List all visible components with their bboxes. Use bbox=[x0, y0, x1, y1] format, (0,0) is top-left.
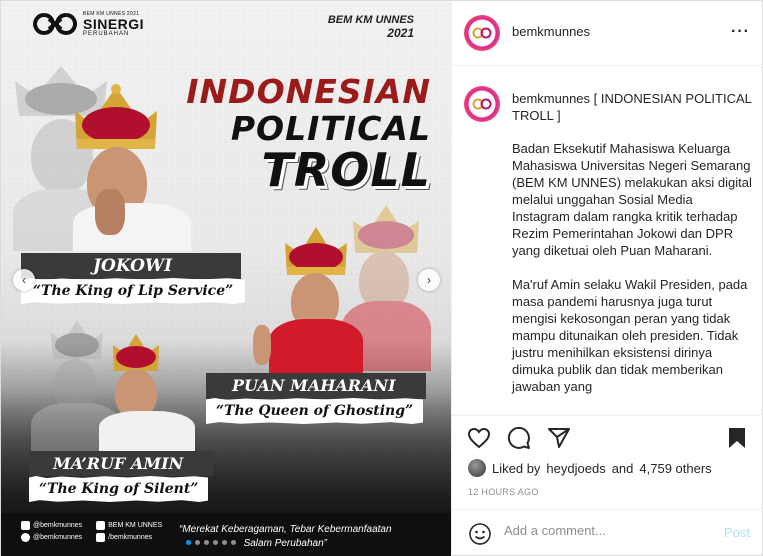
jokowi-portrait bbox=[67, 81, 197, 251]
org-name: BEM KM UNNES bbox=[327, 14, 414, 26]
figure-name-puan: PUAN MAHARANI bbox=[206, 373, 426, 399]
likes-summary: Liked by heydjoeds and 4,759 others bbox=[468, 459, 712, 477]
social-label: @bemkmunnes bbox=[33, 534, 83, 541]
bookmark-icon bbox=[729, 428, 745, 448]
maruf-portrait bbox=[97, 331, 197, 451]
org-tag: BEM KM UNNES 2021 bbox=[327, 14, 414, 40]
sinergi-logo: BEM KM UNNES 2021 SINERGI PERUBAHAN bbox=[31, 11, 144, 37]
post-timestamp[interactable]: 12 HOURS AGO bbox=[468, 487, 539, 497]
carousel-dot[interactable] bbox=[186, 540, 191, 545]
figure-quote-maruf: “The King of Silent” bbox=[29, 476, 209, 502]
org-year: 2021 bbox=[387, 25, 414, 40]
headline-line-3: TROLL bbox=[261, 143, 431, 197]
carousel-next-button[interactable]: › bbox=[418, 269, 440, 291]
chevron-left-icon: ‹ bbox=[22, 273, 26, 287]
figure-name-maruf: MA’RUF AMIN bbox=[29, 451, 213, 476]
divider bbox=[452, 415, 763, 416]
caption-paragraph: Ma'ruf Amin selaku Wakil Presiden, pada … bbox=[512, 277, 748, 394]
post-side-panel: bemkmunnes ··· bemkmunnes [ INDONESIAN P… bbox=[451, 1, 763, 556]
header-username[interactable]: bemkmunnes bbox=[512, 24, 590, 39]
youtube-icon bbox=[96, 521, 106, 530]
divider bbox=[452, 509, 763, 510]
save-button[interactable] bbox=[724, 425, 750, 451]
figure-quote-puan: “The Queen of Ghosting” bbox=[206, 398, 424, 424]
action-bar bbox=[466, 425, 572, 451]
emoji-icon[interactable] bbox=[468, 522, 492, 546]
social-youtube: BEM KM UNNES bbox=[96, 521, 162, 530]
comment-input[interactable] bbox=[504, 523, 704, 538]
headline-line-2: POLITICAL bbox=[230, 109, 431, 148]
caption-username[interactable]: bemkmunnes bbox=[512, 91, 590, 106]
sinergi-avatar-icon bbox=[472, 27, 492, 39]
carousel-dot[interactable] bbox=[222, 540, 227, 545]
logo-subtitle: PERUBAHAN bbox=[83, 30, 130, 37]
caption-avatar[interactable] bbox=[464, 86, 500, 122]
likes-conjunction: and bbox=[611, 460, 634, 476]
instagram-icon bbox=[21, 521, 30, 530]
carousel-dots bbox=[186, 540, 236, 545]
caption-paragraph: Badan Eksekutif Mahasiswa Keluarga Mahas… bbox=[512, 141, 752, 258]
chevron-right-icon: › bbox=[427, 273, 431, 287]
puan-portrait bbox=[253, 223, 363, 373]
instagram-post-modal: BEM KM UNNES 2021 SINERGI PERUBAHAN BEM … bbox=[0, 0, 763, 556]
carousel-dot[interactable] bbox=[195, 540, 200, 545]
avatar[interactable] bbox=[464, 15, 500, 51]
more-options-button[interactable]: ··· bbox=[731, 23, 750, 41]
likes-prefix: Liked by bbox=[492, 460, 541, 476]
social-label: @bemkmunnes bbox=[33, 522, 83, 529]
heart-icon bbox=[467, 427, 491, 449]
liker-avatar[interactable] bbox=[468, 459, 486, 477]
sinergi-avatar-icon bbox=[472, 98, 492, 110]
comment-button[interactable] bbox=[506, 425, 532, 451]
carousel-dot[interactable] bbox=[204, 540, 209, 545]
caption-header: bemkmunnes [ INDONESIAN POLITICAL TROLL … bbox=[512, 90, 752, 124]
social-twitter: @bemkmunnes bbox=[21, 533, 82, 542]
share-icon bbox=[548, 428, 570, 448]
crown-icon bbox=[285, 227, 347, 275]
comment-icon bbox=[507, 426, 530, 449]
infinity-logo-icon bbox=[33, 13, 78, 35]
carousel-dot[interactable] bbox=[213, 540, 218, 545]
caption-body: Badan Eksekutif Mahasiswa Keluarga Mahas… bbox=[512, 140, 752, 395]
social-instagram: @bemkmunnes bbox=[21, 521, 82, 530]
slogan: “Merekat Keberagaman, Tebar Kebermanfaat… bbox=[179, 523, 392, 550]
social-label: /bemkmunnes bbox=[108, 534, 153, 541]
facebook-icon bbox=[96, 533, 106, 542]
carousel-dot[interactable] bbox=[231, 540, 236, 545]
share-button[interactable] bbox=[546, 425, 572, 451]
carousel-prev-button[interactable]: ‹ bbox=[13, 269, 35, 291]
figure-quote-jokowi: “The King of Lip Service” bbox=[21, 278, 246, 304]
more-horizontal-icon: ··· bbox=[731, 23, 750, 40]
slogan-line-1: “Merekat Keberagaman, Tebar Kebermanfaat… bbox=[179, 524, 392, 535]
social-handles: @bemkmunnes BEM KM UNNES @bemkmunnes /be… bbox=[21, 521, 162, 542]
caption-area[interactable]: bemkmunnes [ INDONESIAN POLITICAL TROLL … bbox=[452, 66, 763, 415]
headline: INDONESIAN POLITICAL TROLL bbox=[186, 75, 431, 193]
headline-line-1: INDONESIAN bbox=[186, 72, 431, 111]
liker-username[interactable]: heydjoeds bbox=[546, 461, 605, 476]
crown-icon bbox=[75, 84, 157, 149]
twitter-icon bbox=[21, 533, 30, 542]
social-facebook: /bemkmunnes bbox=[96, 533, 162, 542]
post-image[interactable]: BEM KM UNNES 2021 SINERGI PERUBAHAN BEM … bbox=[1, 1, 451, 556]
social-label: BEM KM UNNES bbox=[108, 522, 163, 529]
likes-others-link[interactable]: 4,759 others bbox=[639, 461, 711, 476]
logo-title: SINERGI bbox=[83, 15, 145, 32]
like-button[interactable] bbox=[466, 425, 492, 451]
post-comment-button[interactable]: Post bbox=[724, 525, 750, 540]
figure-name-jokowi: JOKOWI bbox=[21, 253, 241, 279]
